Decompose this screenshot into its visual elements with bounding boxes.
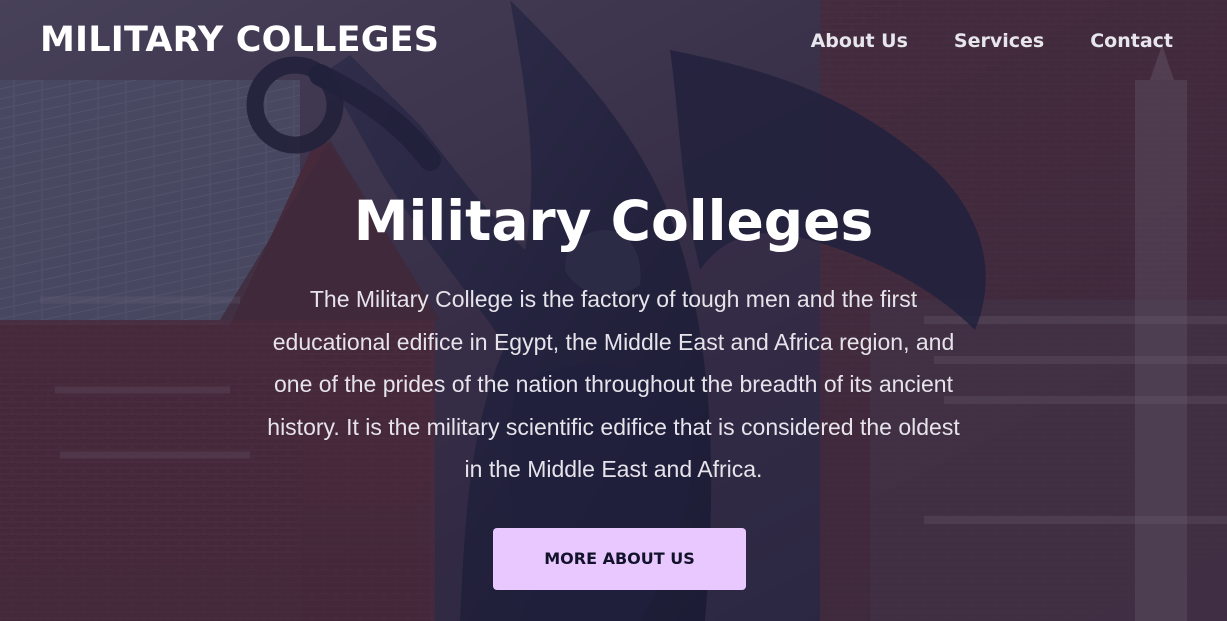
hero-section: MILITARY COLLEGES About Us Services Cont… bbox=[0, 0, 1227, 621]
nav-item-services: Services bbox=[954, 27, 1044, 55]
more-about-us-button[interactable]: MORE ABOUT US bbox=[493, 528, 746, 590]
nav-item-contact: Contact bbox=[1090, 27, 1173, 55]
hero-description: The Military College is the factory of t… bbox=[267, 286, 960, 482]
hero-title: Military Colleges bbox=[353, 189, 874, 253]
site-logo[interactable]: MILITARY COLLEGES bbox=[40, 18, 439, 62]
nav-item-about-us: About Us bbox=[811, 27, 908, 55]
hero-content: Military Colleges The Military College i… bbox=[0, 182, 1227, 491]
services-link[interactable]: Services bbox=[954, 30, 1044, 52]
contact-link[interactable]: Contact bbox=[1090, 30, 1173, 52]
nav-menu: About Us Services Contact bbox=[811, 27, 1173, 55]
about-us-link[interactable]: About Us bbox=[811, 30, 908, 52]
site-header: MILITARY COLLEGES About Us Services Cont… bbox=[0, 0, 1227, 84]
